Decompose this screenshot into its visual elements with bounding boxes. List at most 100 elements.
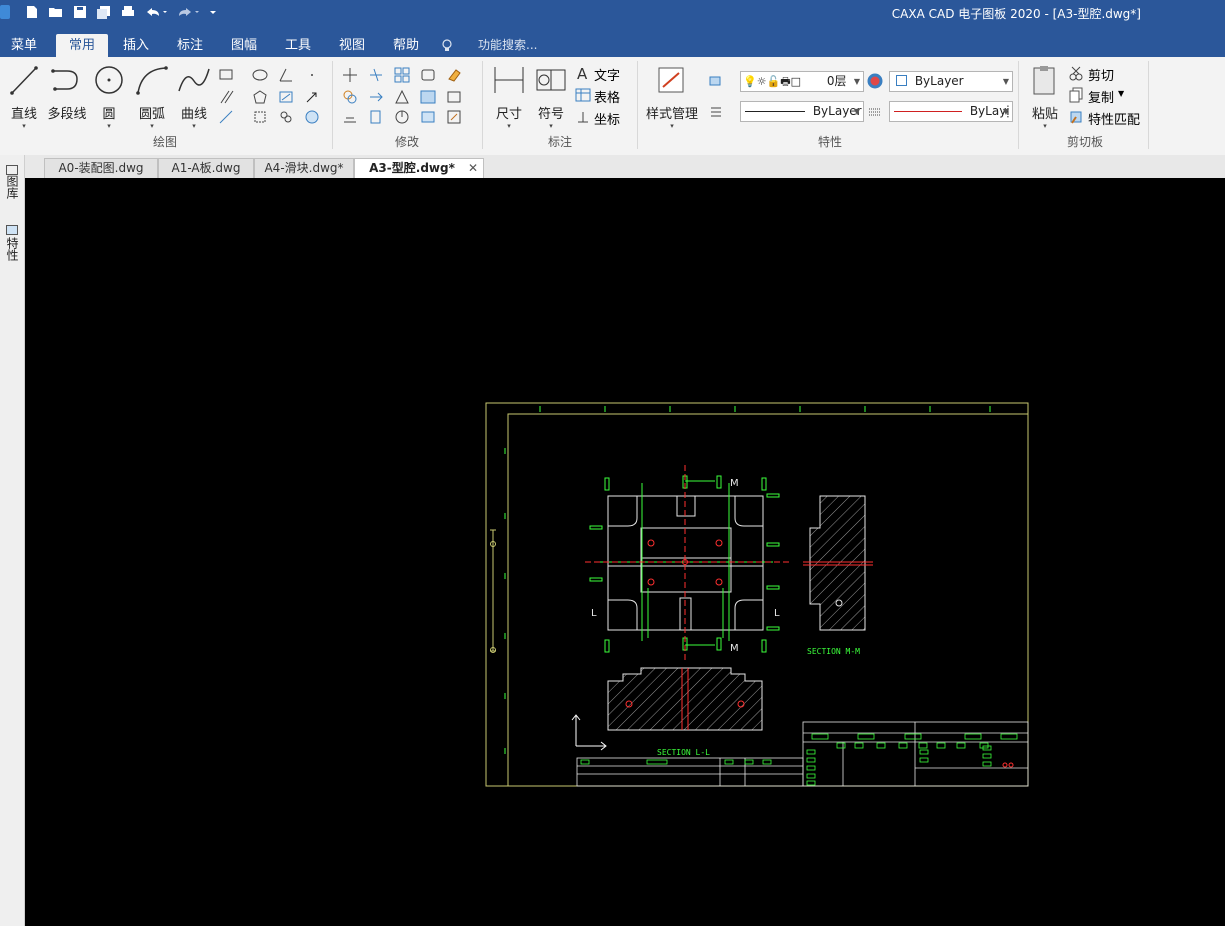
edit-icon[interactable] xyxy=(446,109,462,125)
copy-icon[interactable] xyxy=(1068,87,1084,103)
close-tab-icon[interactable]: ✕ xyxy=(468,159,478,178)
symbol-button[interactable]: 符号 ▾ xyxy=(534,65,568,130)
fillet-icon[interactable] xyxy=(420,67,436,83)
trim-icon[interactable] xyxy=(368,67,384,83)
pointer-icon[interactable] xyxy=(304,89,320,105)
layer-select[interactable]: 💡☼🔓🖶□ 0层 ▼ xyxy=(740,71,864,92)
lightbulb-icon xyxy=(442,39,452,53)
eraser-icon[interactable] xyxy=(446,67,462,83)
customize-toolbar-icon[interactable] xyxy=(208,5,218,19)
linetype-select[interactable]: ByLayer ▼ xyxy=(740,101,864,122)
save-icon[interactable] xyxy=(72,5,88,19)
break-icon[interactable] xyxy=(446,89,462,105)
print-icon[interactable] xyxy=(120,5,136,19)
doc-tab-cavity[interactable]: A3-型腔.dwg* ✕ xyxy=(354,158,484,178)
extend-icon[interactable] xyxy=(368,89,384,105)
title-bar: CAXA CAD 电子图板 2020 - [A3-型腔.dwg*] xyxy=(0,0,1225,30)
separator xyxy=(1018,61,1019,149)
feature-search-input[interactable]: 功能搜索... xyxy=(478,34,537,57)
color-value: ByLayer xyxy=(914,74,964,88)
angle-line-icon[interactable] xyxy=(278,67,294,83)
tab-insert[interactable]: 插入 xyxy=(112,34,160,57)
globe-icon[interactable] xyxy=(304,109,320,125)
section-mark-l-left: L xyxy=(591,608,597,619)
library-panel-tab[interactable]: 图库 xyxy=(4,175,21,199)
color-select[interactable]: ByLayer ▼ xyxy=(889,71,1013,92)
arc-button[interactable]: 圆弧 ▾ xyxy=(134,65,170,130)
doc-tab-slider[interactable]: A4-滑块.dwg* xyxy=(254,158,354,178)
tab-tools[interactable]: 工具 xyxy=(274,34,322,57)
app-logo-icon[interactable] xyxy=(0,5,10,19)
menu-main[interactable]: 菜单 xyxy=(0,34,48,57)
undo-icon[interactable] xyxy=(144,5,168,19)
offset-icon[interactable] xyxy=(342,109,358,125)
ellipse-icon[interactable] xyxy=(252,67,268,83)
group-label-draw: 绘图 xyxy=(152,135,177,149)
scale-icon[interactable] xyxy=(394,89,410,105)
table-icon[interactable] xyxy=(575,87,591,103)
text-icon[interactable]: A xyxy=(575,65,591,81)
rectangle-icon[interactable] xyxy=(218,67,234,83)
redo-icon[interactable] xyxy=(176,5,200,19)
style-manager-button[interactable]: 样式管理 ▾ xyxy=(644,65,700,130)
dimension-button[interactable]: 尺寸 ▾ xyxy=(492,65,526,130)
properties-panel-icon[interactable] xyxy=(6,225,18,235)
copy-label[interactable]: 复制 xyxy=(1088,87,1114,106)
properties-panel-tab[interactable]: 特性 xyxy=(4,237,21,261)
point-icon[interactable] xyxy=(304,67,320,83)
curve-button[interactable]: 曲线 ▾ xyxy=(176,65,212,130)
drawing-canvas[interactable]: M M L L SECTION M-M SECTION L-L xyxy=(25,178,1225,926)
paste-button[interactable]: 粘贴 ▾ xyxy=(1028,65,1062,130)
open-folder-icon[interactable] xyxy=(48,5,64,19)
text-label[interactable]: 文字 xyxy=(594,65,620,84)
match-properties-label[interactable]: 特性匹配 xyxy=(1088,109,1140,128)
tab-annotate[interactable]: 标注 xyxy=(166,34,214,57)
move-icon[interactable] xyxy=(342,67,358,83)
cloud-icon[interactable] xyxy=(278,109,294,125)
section-mm-title: SECTION M-M xyxy=(807,647,860,656)
library-panel-icon[interactable] xyxy=(6,165,18,175)
tab-sheet[interactable]: 图幅 xyxy=(220,34,268,57)
svg-text:A: A xyxy=(577,65,588,81)
tab-home[interactable]: 常用 xyxy=(56,34,108,57)
mirror-icon[interactable] xyxy=(342,89,358,105)
polyline-button[interactable]: 多段线 xyxy=(46,65,88,122)
curve-label: 曲线 xyxy=(180,107,207,122)
parallel-line-icon[interactable] xyxy=(218,89,234,105)
arc-label: 圆弧 xyxy=(138,107,165,122)
doc-tab-label: A1-A板.dwg xyxy=(171,161,241,175)
window-title: CAXA CAD 电子图板 2020 - [A3-型腔.dwg*] xyxy=(891,7,1141,21)
rotate-icon[interactable] xyxy=(394,109,410,125)
tab-view[interactable]: 视图 xyxy=(328,34,376,57)
stretch-icon[interactable] xyxy=(420,89,436,105)
layer-manager-icon[interactable] xyxy=(708,73,724,89)
linetype-sample xyxy=(745,111,805,112)
center-line-icon[interactable] xyxy=(218,109,234,125)
lineweight-icon[interactable] xyxy=(867,103,883,119)
lineweight-select[interactable]: ByLayị ▼ xyxy=(889,101,1013,122)
match-properties-icon[interactable] xyxy=(1068,109,1084,125)
hatch-icon[interactable] xyxy=(278,89,294,105)
group-label-clipboard: 剪切板 xyxy=(1066,135,1103,149)
polygon-icon[interactable] xyxy=(252,89,268,105)
linetype-icon[interactable] xyxy=(708,103,724,119)
doc-tab-assembly[interactable]: A0-装配图.dwg xyxy=(44,158,158,178)
doc-tab-a-plate[interactable]: A1-A板.dwg xyxy=(158,158,254,178)
dimension-icon xyxy=(494,67,524,93)
tab-help[interactable]: 帮助 xyxy=(382,34,430,57)
color-wheel-icon[interactable] xyxy=(867,73,883,89)
circle-button[interactable]: 圆 ▾ xyxy=(92,65,126,130)
copy-dropdown-icon[interactable]: ▼ xyxy=(1118,89,1124,98)
block-icon[interactable] xyxy=(252,109,268,125)
coordinate-icon[interactable] xyxy=(575,109,591,125)
scissors-icon[interactable] xyxy=(1068,65,1084,81)
array-icon[interactable] xyxy=(394,67,410,83)
copy-object-icon[interactable] xyxy=(368,109,384,125)
table-label[interactable]: 表格 xyxy=(594,87,620,106)
cut-label[interactable]: 剪切 xyxy=(1088,65,1114,84)
save-all-icon[interactable] xyxy=(96,5,112,19)
line-button[interactable]: 直线 ▾ xyxy=(8,65,40,130)
coordinate-label[interactable]: 坐标 xyxy=(594,109,620,128)
explode-icon[interactable] xyxy=(420,109,436,125)
new-file-icon[interactable] xyxy=(24,5,40,19)
